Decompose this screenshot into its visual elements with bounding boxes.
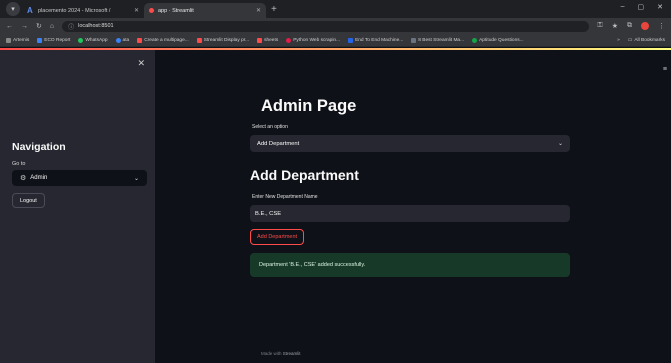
- streamlit-link[interactable]: Streamlit: [283, 351, 301, 356]
- url-omnibox[interactable]: ⓘ localhost:8501: [62, 20, 590, 32]
- bookmark-favicon-icon: [348, 37, 354, 43]
- maximize-icon[interactable]: ▢: [638, 3, 645, 11]
- url-text: localhost:8501: [78, 23, 114, 29]
- add-department-button[interactable]: Add Department: [250, 229, 305, 245]
- bookmark-star-icon[interactable]: ★: [612, 22, 618, 30]
- streamlit-app: ✕ Navigation Go to ⚙ Admin ⌄ Logout ≡ Admi…: [0, 48, 671, 363]
- bookmark-item[interactable]: Streamlit Display pr...: [196, 37, 249, 43]
- extensions-icon[interactable]: ⧉: [627, 22, 632, 30]
- forward-icon[interactable]: →: [21, 23, 28, 30]
- gear-icon: ⚙: [20, 175, 27, 182]
- browser-menu-icon[interactable]: ⋮: [658, 22, 665, 30]
- section-title: Add Department: [250, 167, 359, 183]
- bookmarks-bar: Artemis ECO Report WhatsApp ata Create a…: [0, 34, 671, 47]
- department-name-input[interactable]: [250, 205, 570, 222]
- azure-devops-icon: A: [27, 6, 33, 15]
- success-alert: Department 'B.E., CSE' added successfull…: [250, 253, 570, 277]
- whatsapp-icon: [78, 37, 84, 43]
- site-info-icon[interactable]: ⓘ: [68, 22, 74, 31]
- browser-tab-streamlit[interactable]: app · Streamlit ✕: [144, 3, 266, 18]
- folder-icon: ▭: [627, 37, 633, 43]
- browser-tab-strip: ▾ A placemento 2024 - Microsoft / ✕ app …: [0, 0, 671, 18]
- page-title: Admin Page: [261, 97, 357, 115]
- streamlit-icon: [137, 37, 143, 43]
- bookmark-item[interactable]: WhatsApp: [78, 37, 108, 43]
- bookmark-item[interactable]: 8 Best Streamlit Ma...: [411, 37, 464, 43]
- bookmark-item[interactable]: sheets: [257, 37, 278, 43]
- bookmark-item[interactable]: Create a multipage...: [137, 37, 189, 43]
- bookmark-item[interactable]: Python Web scrapin...: [286, 37, 340, 43]
- minimize-icon[interactable]: –: [621, 3, 625, 11]
- close-window-icon[interactable]: ✕: [657, 3, 663, 11]
- close-tab-icon[interactable]: ✕: [256, 7, 261, 14]
- bookmark-item[interactable]: End To End Machine...: [348, 37, 403, 43]
- bookmark-item[interactable]: ECO Report: [37, 37, 70, 43]
- chevron-down-icon: ⌄: [557, 141, 563, 147]
- bookmark-item[interactable]: Artemis: [6, 37, 29, 43]
- new-tab-icon[interactable]: +: [271, 4, 277, 15]
- bookmark-favicon-icon: [37, 37, 43, 43]
- bookmark-favicon-icon: [115, 37, 121, 43]
- bookmark-favicon-icon: [472, 37, 478, 43]
- all-bookmarks[interactable]: ▭ All Bookmarks: [628, 38, 665, 43]
- back-icon[interactable]: ←: [6, 23, 13, 30]
- overflow-chevron-icon[interactable]: »: [617, 38, 620, 43]
- close-tab-icon[interactable]: ✕: [134, 7, 139, 14]
- streamlit-icon: [196, 37, 202, 43]
- reload-icon[interactable]: ↻: [36, 22, 42, 30]
- option-select[interactable]: Add Department ⌄: [250, 135, 570, 152]
- streamlit-icon: [149, 8, 154, 13]
- goto-label: Go to: [12, 161, 26, 167]
- bookmark-item[interactable]: ata: [115, 37, 129, 43]
- main-menu-icon[interactable]: ≡: [663, 66, 667, 73]
- window-controls: – ▢ ✕: [621, 3, 671, 11]
- logout-button[interactable]: Logout: [12, 193, 45, 208]
- youtube-icon: [286, 37, 292, 43]
- close-sidebar-icon[interactable]: ✕: [137, 58, 145, 69]
- success-message: Department 'B.E., CSE' added successfull…: [259, 262, 366, 268]
- tab-search-icon[interactable]: ▾: [6, 2, 20, 16]
- select-option-label: Select an option: [252, 124, 288, 130]
- home-icon[interactable]: ⌂: [50, 23, 54, 30]
- streamlit-icon: [257, 37, 263, 43]
- bookmark-favicon-icon: [6, 37, 11, 43]
- password-key-icon[interactable]: ⚿: [597, 22, 602, 30]
- bookmark-favicon-icon: [411, 37, 417, 43]
- chevron-down-icon: ⌄: [133, 175, 139, 182]
- footer: Made with Streamlit: [261, 351, 301, 356]
- browser-tab-placemento[interactable]: A placemento 2024 - Microsoft / ✕: [22, 3, 144, 18]
- profile-avatar[interactable]: [641, 22, 649, 30]
- address-bar-row: ← → ↻ ⌂ ⓘ localhost:8501 ⚿ ★ ⧉ ⋮: [0, 18, 671, 34]
- page-select[interactable]: ⚙ Admin ⌄: [12, 170, 147, 186]
- selected-option: Add Department: [257, 140, 300, 147]
- sidebar-title: Navigation: [12, 141, 66, 153]
- bookmarks-right: » ▭ All Bookmarks: [617, 38, 665, 43]
- selected-page: Admin: [30, 175, 48, 181]
- sidebar: ✕ Navigation Go to ⚙ Admin ⌄ Logout: [0, 50, 155, 363]
- department-name-label: Enter New Department Name: [252, 194, 318, 200]
- bookmark-item[interactable]: Aptitude Questions...: [472, 37, 524, 43]
- browser-actions: ⚿ ★ ⧉ ⋮: [597, 22, 665, 30]
